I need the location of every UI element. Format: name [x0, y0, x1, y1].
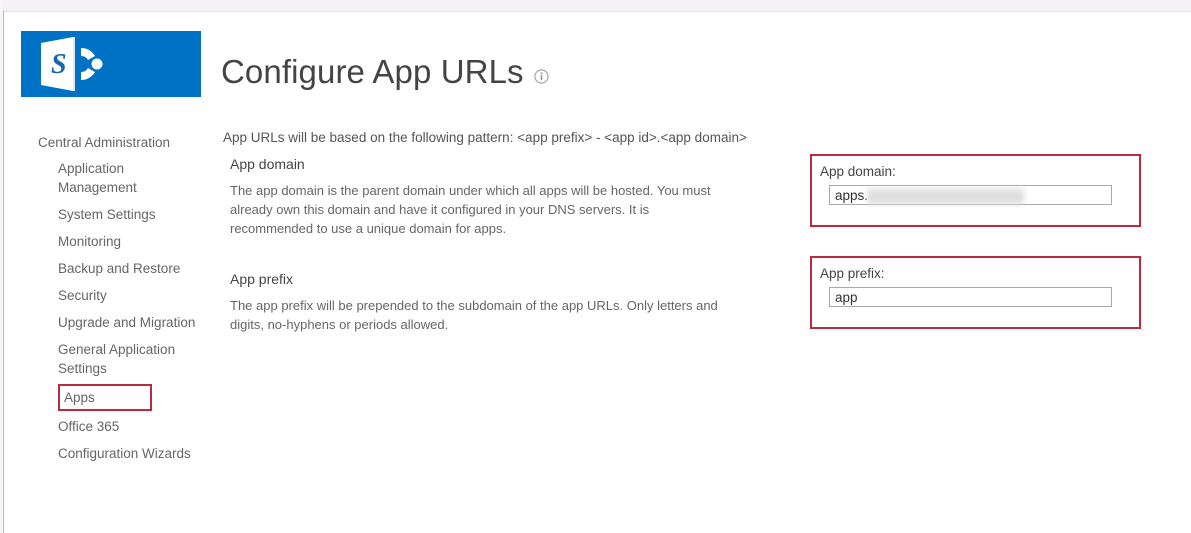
app-domain-input-wrapper: [812, 185, 1139, 205]
sidebar-item-security[interactable]: Security: [21, 282, 211, 309]
sidebar-header: Central Administration: [38, 135, 171, 150]
sidebar-item-general-application-settings[interactable]: General Application Settings: [21, 336, 211, 382]
main-content: App URLs will be based on the following …: [223, 128, 783, 334]
app-prefix-label: App prefix:: [820, 266, 885, 281]
section-app-prefix: App prefix The app prefix will be prepen…: [223, 269, 783, 334]
app-prefix-input[interactable]: [829, 287, 1112, 307]
browser-top-strip: [0, 0, 1191, 11]
app-prefix-field-group: App prefix:: [810, 256, 1141, 329]
sharepoint-logo[interactable]: S: [21, 31, 201, 97]
app-domain-label: App domain:: [820, 164, 896, 179]
sidebar-nav: Central Administration Application Manag…: [21, 132, 211, 467]
sidebar-item-monitoring[interactable]: Monitoring: [21, 228, 211, 255]
svg-text:S: S: [51, 49, 67, 80]
sidebar-item-application-management[interactable]: Application Management: [21, 155, 211, 201]
app-domain-field-group: App domain:: [810, 154, 1141, 227]
section-body-app-prefix: The app prefix will be prepended to the …: [230, 298, 718, 332]
app-domain-input[interactable]: [829, 185, 1112, 205]
sidebar-item-backup-and-restore[interactable]: Backup and Restore: [21, 255, 211, 282]
sidebar-item-office-365[interactable]: Office 365: [21, 413, 211, 440]
section-body-app-domain: The app domain is the parent domain unde…: [230, 183, 711, 236]
sidebar-item-configuration-wizards[interactable]: Configuration Wizards: [21, 440, 211, 467]
section-title-app-prefix: App prefix: [230, 271, 294, 287]
section-app-domain: App domain The app domain is the parent …: [223, 154, 783, 238]
sidebar-item-apps[interactable]: Apps: [58, 384, 152, 411]
url-pattern-text: App URLs will be based on the following …: [223, 130, 747, 145]
sidebar-item-upgrade-and-migration[interactable]: Upgrade and Migration: [21, 309, 211, 336]
sidebar-item-system-settings[interactable]: System Settings: [21, 201, 211, 228]
page-canvas: S Configure App URLs Central Administrat…: [4, 12, 1191, 533]
page-title-row: Configure App URLs: [221, 55, 549, 88]
page-title: Configure App URLs: [221, 53, 524, 90]
section-title-app-domain: App domain: [230, 156, 305, 172]
info-icon[interactable]: [534, 68, 549, 84]
